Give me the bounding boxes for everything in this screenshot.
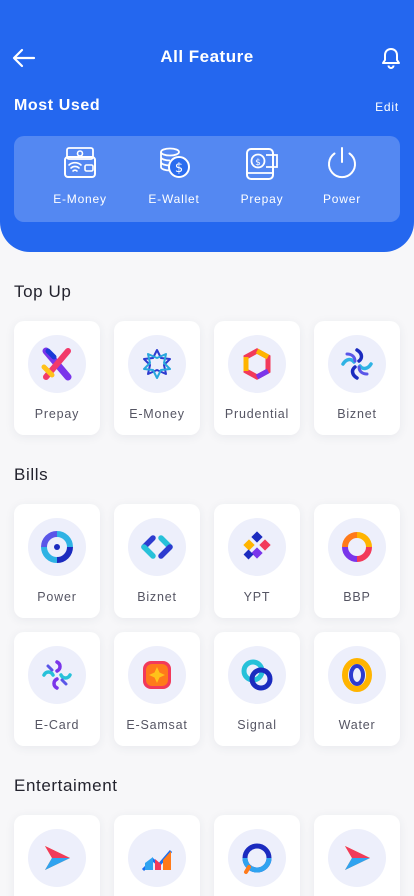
coins-dollar-icon: $ [160, 147, 190, 178]
section-title-top-up: Top Up [14, 282, 72, 301]
topup-item-emoney[interactable]: E-Money [114, 321, 200, 435]
notification-button[interactable] [378, 44, 404, 72]
page-title: All Feature [160, 47, 254, 66]
card-label: Power [37, 590, 77, 604]
most-used-power[interactable]: Power [302, 146, 382, 216]
most-used-label: E-Wallet [148, 192, 200, 206]
bills-item-water[interactable]: Water [314, 632, 400, 746]
power-icon [328, 147, 356, 179]
bills-item-ecard[interactable]: E-Card [14, 632, 100, 746]
most-used-label: Prepay [240, 192, 284, 206]
topup-item-prudential[interactable]: Prudential [214, 321, 300, 435]
play-arrow-logo-icon [345, 846, 370, 870]
bills-item-ypt[interactable]: YPT [214, 504, 300, 618]
bell-icon [382, 48, 400, 69]
ecard-logo-icon [42, 660, 72, 690]
most-used-ewallet[interactable]: $ E-Wallet [134, 146, 214, 216]
section-title-bills: Bills [14, 465, 49, 484]
play-arrow-logo-icon [45, 846, 70, 870]
card-label: Water [338, 718, 376, 732]
esamsat-logo-icon [143, 661, 171, 689]
signal-logo-icon [241, 659, 273, 691]
card-label: Prudential [224, 407, 290, 421]
edit-link[interactable]: Edit [375, 100, 399, 114]
card-wallet-icon [64, 147, 96, 178]
bills-item-signal[interactable]: Signal [214, 632, 300, 746]
entertainment-item-2[interactable] [114, 815, 200, 896]
card-label: Prepay [34, 407, 80, 421]
ypt-logo-icon [243, 531, 271, 560]
card-label: YPT [243, 590, 271, 604]
bills-item-power[interactable]: Power [14, 504, 100, 618]
card-label: E-Money [129, 407, 185, 421]
svg-text:$: $ [255, 158, 261, 168]
emoney-logo-icon [143, 349, 171, 379]
card-label: Signal [237, 718, 277, 732]
most-used-emoney[interactable]: E-Money [40, 146, 120, 216]
water-logo-icon [342, 658, 372, 692]
most-used-title: Most Used [14, 97, 101, 114]
entertainment-item-1[interactable] [14, 815, 100, 896]
prepay-logo-icon [41, 347, 72, 381]
card-label: BBP [343, 590, 371, 604]
prudential-logo-icon [243, 348, 271, 380]
power-logo-icon [41, 531, 73, 563]
most-used-label: E-Money [53, 192, 107, 206]
topup-item-prepay[interactable]: Prepay [14, 321, 100, 435]
card-label: Biznet [337, 407, 377, 421]
chart-bars-logo-icon [141, 850, 173, 872]
phone-cash-icon: $ [246, 148, 278, 180]
ring-logo-icon [242, 843, 272, 874]
most-used-label: Power [322, 192, 361, 206]
card-label: E-Samsat [126, 718, 188, 732]
svg-text:$: $ [175, 161, 183, 176]
bills-item-bbp[interactable]: BBP [314, 504, 400, 618]
bills-item-biznet[interactable]: Biznet [114, 504, 200, 618]
entertainment-item-3[interactable] [214, 815, 300, 896]
header-panel: All Feature Most Used Edit E-Money $ E-W… [0, 0, 414, 252]
most-used-prepay[interactable]: $ Prepay [222, 146, 302, 216]
most-used-panel: E-Money $ E-Wallet $ Prepay Power [14, 136, 400, 222]
biznet-bills-logo-icon [141, 535, 173, 559]
biznet-logo-icon [341, 348, 373, 380]
bbp-logo-icon [342, 532, 372, 562]
topup-item-biznet[interactable]: Biznet [314, 321, 400, 435]
entertainment-item-4[interactable] [314, 815, 400, 896]
bills-item-esamsat[interactable]: E-Samsat [114, 632, 200, 746]
section-title-entertaiment: Entertaiment [14, 776, 118, 795]
card-label: E-Card [34, 718, 80, 732]
card-label: Biznet [137, 590, 177, 604]
